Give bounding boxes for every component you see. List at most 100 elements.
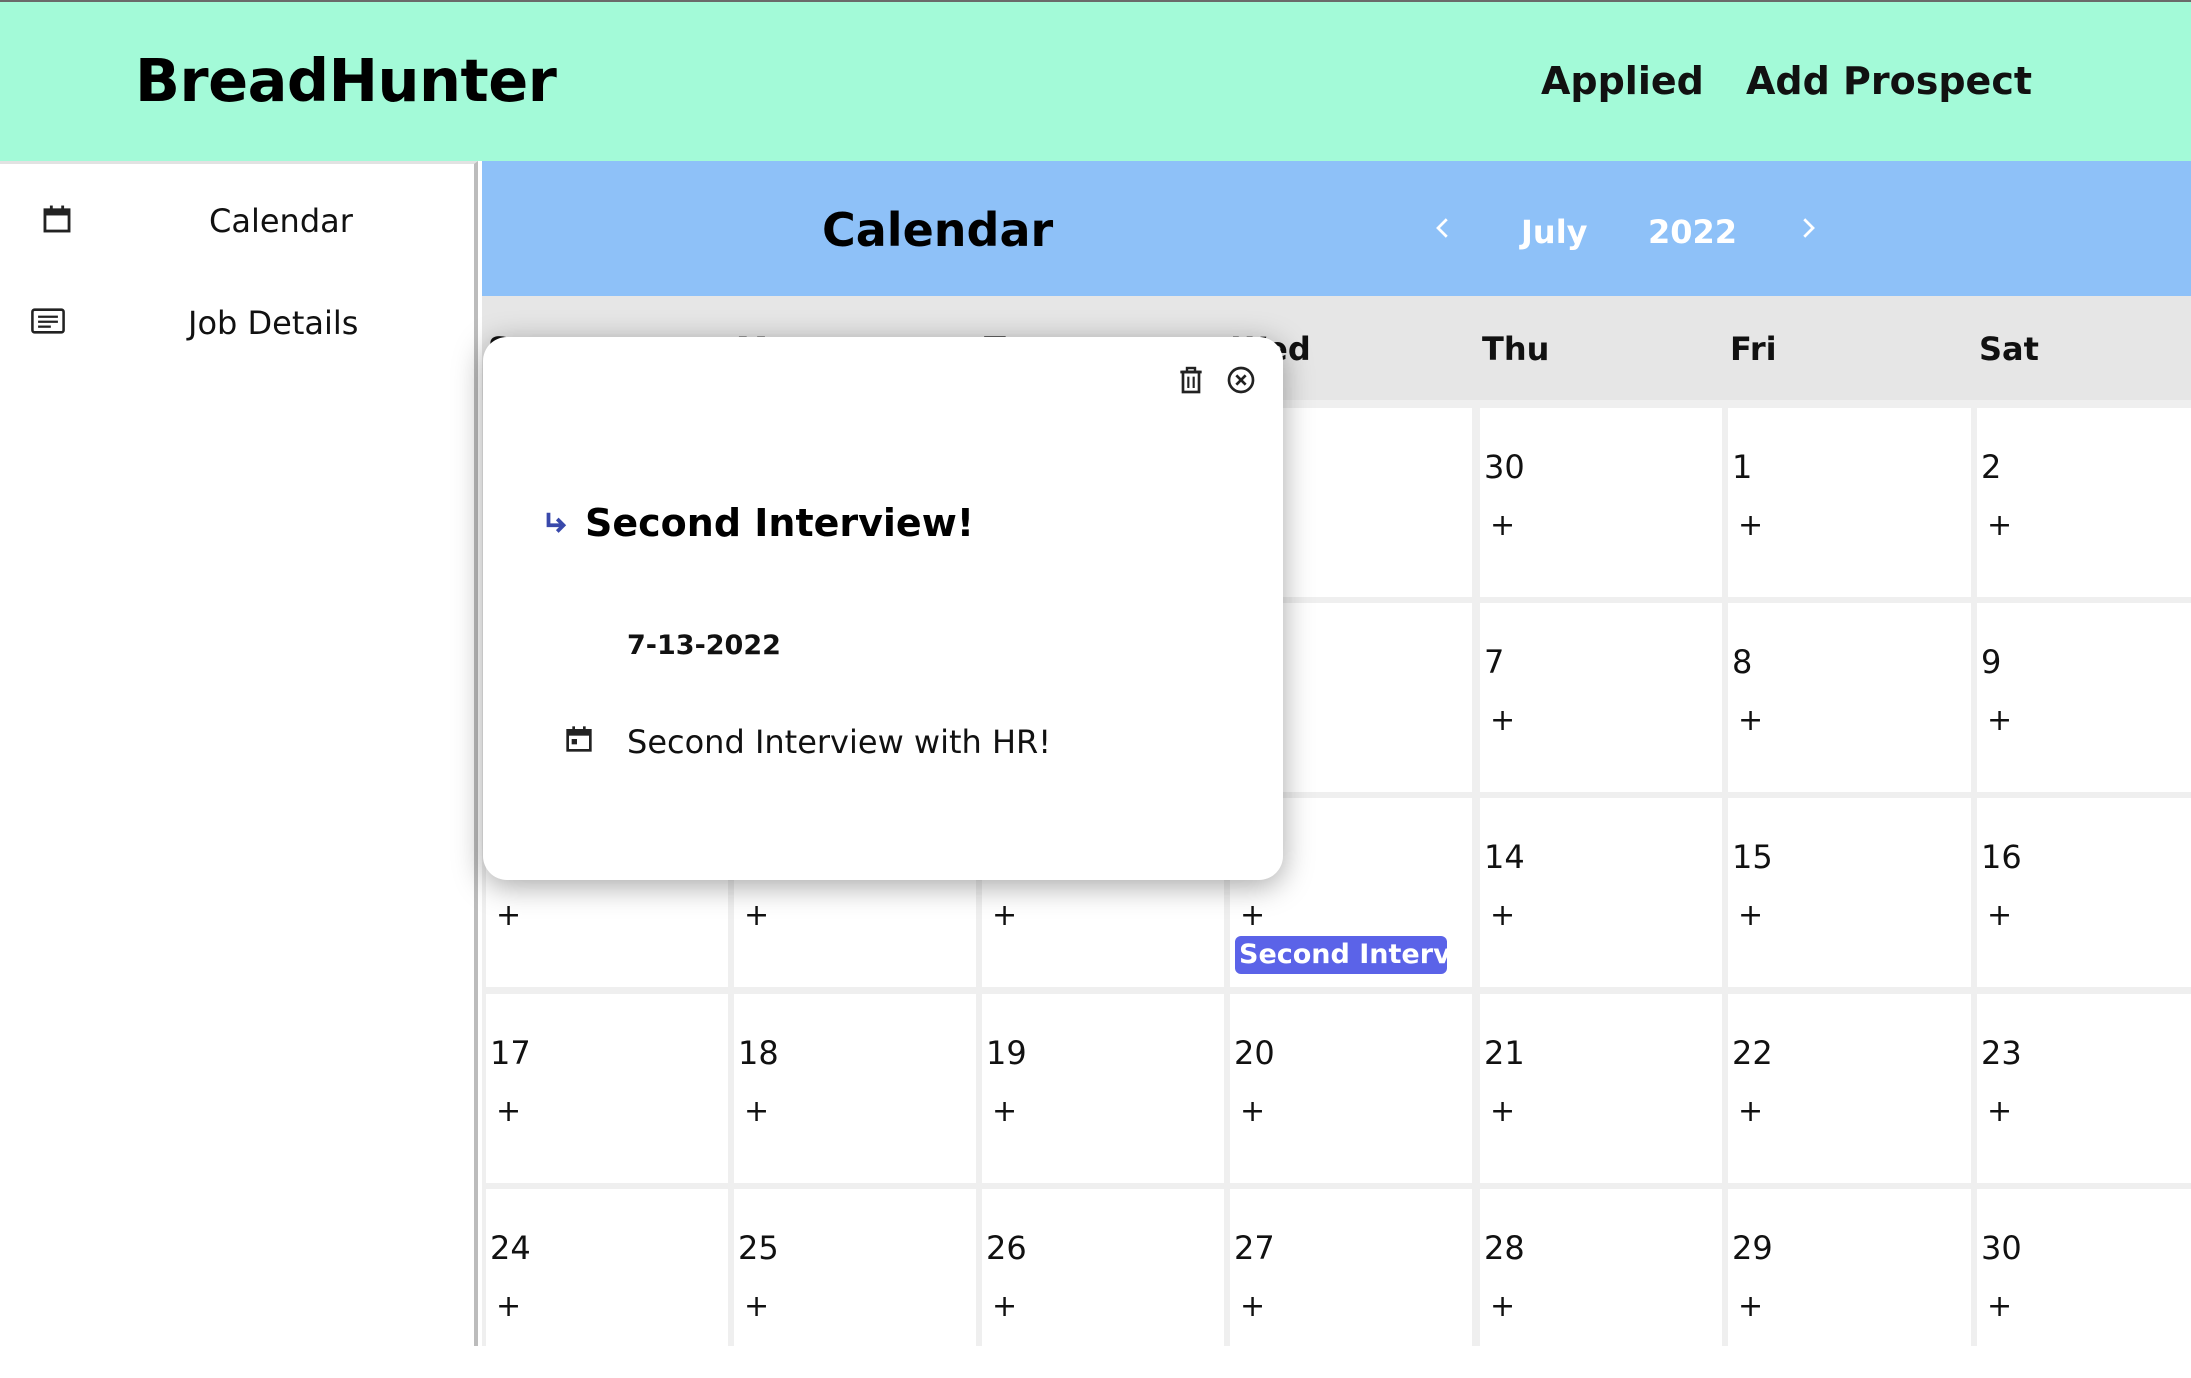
add-event-button[interactable]: + [1490,1292,1515,1322]
trash-icon[interactable] [1175,364,1207,396]
nav-applied-link[interactable]: Applied [1541,59,1704,103]
add-event-button[interactable]: + [744,1292,769,1322]
add-event-button[interactable]: + [1240,1097,1265,1127]
day-cell[interactable]: 26 + [982,1189,1224,1378]
add-event-button[interactable]: + [1738,706,1763,736]
subdirectory-arrow-icon [546,512,567,533]
add-event-button[interactable]: + [1240,1292,1265,1322]
add-event-button[interactable]: + [1738,511,1763,541]
brand-logo[interactable]: BreadHunter [135,46,557,115]
chevron-left-icon[interactable] [1428,211,1458,245]
day-cell[interactable]: 2 + [1977,408,2191,597]
event-date: 7-13-2022 [627,630,781,661]
day-cell[interactable]: 7 + [1480,603,1722,792]
add-event-button[interactable]: + [992,1292,1017,1322]
day-number: 9 [1981,643,2002,681]
add-event-button[interactable]: + [1490,511,1515,541]
day-cell[interactable]: 19 + [982,994,1224,1183]
day-cell[interactable]: 25 + [734,1189,976,1378]
add-event-button[interactable]: + [992,1097,1017,1127]
add-event-button[interactable]: + [496,1097,521,1127]
day-cell[interactable]: 18 + [734,994,976,1183]
day-number: 30 [1484,448,1525,486]
day-number: 20 [1234,1034,1275,1072]
day-cell[interactable]: 24 + [486,1189,728,1378]
add-event-button[interactable]: + [1987,1292,2012,1322]
day-cell[interactable]: 21 + [1480,994,1722,1183]
add-event-button[interactable]: + [1490,706,1515,736]
add-event-button[interactable]: + [1490,901,1515,931]
day-number: 1 [1732,448,1753,486]
day-number: 21 [1484,1034,1525,1072]
day-cell[interactable]: 28 + [1480,1189,1722,1378]
event-description: Second Interview with HR! [627,723,1052,761]
add-event-button[interactable]: + [1490,1097,1515,1127]
add-event-button[interactable]: + [992,901,1017,931]
event-chip[interactable]: Second Intervie [1235,936,1447,974]
day-cell[interactable]: 8 + [1728,603,1971,792]
day-number: 24 [490,1229,531,1267]
add-event-button[interactable]: + [496,901,521,931]
day-cell[interactable]: 15 + [1728,798,1971,987]
weekday-sat: Sat [1979,330,2039,368]
day-cell[interactable]: 14 + [1480,798,1722,987]
day-cell[interactable]: 30 + [1977,1189,2191,1378]
day-cell[interactable]: 30 + [1480,408,1722,597]
add-event-button[interactable]: + [1738,1097,1763,1127]
event-popup: Second Interview! 7-13-2022 Second Inter… [483,337,1283,880]
calendar-icon [566,726,592,752]
sidebar-item-calendar[interactable]: Calendar [0,178,474,258]
calendar-icon [43,205,71,233]
top-bar: BreadHunter Applied Add Prospect [0,0,2191,161]
day-number: 27 [1234,1229,1275,1267]
add-event-button[interactable]: + [1987,901,2012,931]
add-event-button[interactable]: + [744,901,769,931]
day-cell[interactable]: 1 + [1728,408,1971,597]
weekday-fri: Fri [1730,330,1777,368]
day-cell[interactable]: 22 + [1728,994,1971,1183]
day-number: 28 [1484,1229,1525,1267]
day-number: 7 [1484,643,1505,681]
sidebar: Calendar Job Details [0,161,478,1346]
day-cell[interactable]: 27 + [1230,1189,1472,1378]
day-number: 25 [738,1229,779,1267]
list-icon [31,308,65,334]
day-number: 8 [1732,643,1753,681]
weekday-thu: Thu [1482,330,1550,368]
page-title: Calendar [822,203,1054,257]
year-selector[interactable]: 2022 [1648,213,1737,251]
sidebar-item-label: Calendar [209,202,353,240]
day-number: 22 [1732,1034,1773,1072]
add-event-button[interactable]: + [1987,706,2012,736]
nav-add-prospect-link[interactable]: Add Prospect [1746,59,2032,103]
close-circle-icon[interactable] [1225,364,1257,396]
day-cell[interactable]: 9 + [1977,603,2191,792]
day-number: 23 [1981,1034,2022,1072]
day-cell[interactable]: 23 + [1977,994,2191,1183]
add-event-button[interactable]: + [744,1097,769,1127]
day-number: 30 [1981,1229,2022,1267]
calendar-header: Calendar July 2022 [482,161,2191,296]
day-cell[interactable]: 17 + [486,994,728,1183]
day-number: 2 [1981,448,2002,486]
day-number: 29 [1732,1229,1773,1267]
sidebar-item-label: Job Details [188,304,359,342]
event-title: Second Interview! [585,501,975,545]
add-event-button[interactable]: + [1240,901,1265,931]
add-event-button[interactable]: + [1987,1097,2012,1127]
add-event-button[interactable]: + [1987,511,2012,541]
day-number: 15 [1732,838,1773,876]
month-selector[interactable]: July [1521,213,1588,251]
sidebar-item-job-details[interactable]: Job Details [0,280,474,360]
day-number: 14 [1484,838,1525,876]
day-cell[interactable]: 20 + [1230,994,1472,1183]
day-number: 17 [490,1034,531,1072]
add-event-button[interactable]: + [1738,1292,1763,1322]
day-number: 16 [1981,838,2022,876]
day-cell[interactable]: 16 + [1977,798,2191,987]
add-event-button[interactable]: + [1738,901,1763,931]
day-number: 18 [738,1034,779,1072]
day-cell[interactable]: 29 + [1728,1189,1971,1378]
add-event-button[interactable]: + [496,1292,521,1322]
chevron-right-icon[interactable] [1793,211,1823,245]
